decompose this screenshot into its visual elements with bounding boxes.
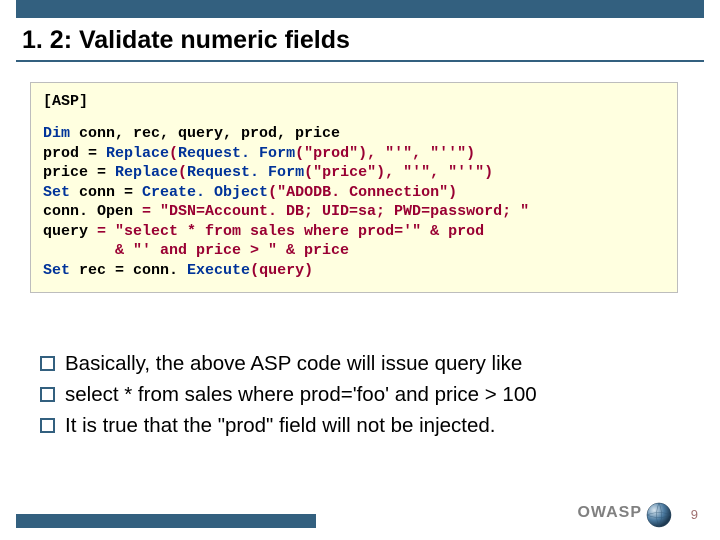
- list-item: Basically, the above ASP code will issue…: [40, 348, 680, 379]
- globe-icon: [646, 502, 672, 528]
- code-text: (: [178, 164, 187, 181]
- code-func: Replace: [115, 164, 178, 181]
- bullet-text: It is true that the "prod" field will no…: [65, 410, 495, 441]
- title-underline: [16, 60, 704, 62]
- list-item: It is true that the "prod" field will no…: [40, 410, 680, 441]
- code-text: query: [43, 223, 88, 240]
- code-func: Request. Form: [178, 145, 295, 162]
- code-text: rec = conn.: [79, 262, 187, 279]
- list-item: select * from sales where prod='foo' and…: [40, 379, 680, 410]
- bullet-icon: [40, 387, 55, 402]
- code-text: = "select * from sales where prod='" & p…: [88, 223, 484, 240]
- code-func: Replace: [106, 145, 169, 162]
- code-language-tag: [ASP]: [43, 93, 665, 110]
- code-text: ("price"), "'", "''"): [304, 164, 493, 181]
- code-text: (: [169, 145, 178, 162]
- slide: 1. 2: Validate numeric fields [ASP] Dim …: [0, 0, 720, 540]
- bullet-text: select * from sales where prod='foo' and…: [65, 379, 537, 410]
- code-text: (query): [250, 262, 313, 279]
- bullet-icon: [40, 418, 55, 433]
- code-text: = "DSN=Account. DB; UID=sa; PWD=password…: [133, 203, 529, 220]
- footer-brand: OWASP: [577, 504, 642, 522]
- bullet-text: Basically, the above ASP code will issue…: [65, 348, 522, 379]
- top-bar: [16, 0, 704, 18]
- code-text: price =: [43, 164, 115, 181]
- code-func: Request. Form: [187, 164, 304, 181]
- code-func: Create. Object: [142, 184, 268, 201]
- footer-bar: [16, 514, 316, 528]
- code-box: [ASP] Dim conn, rec, query, prod, price …: [30, 82, 678, 293]
- slide-title: 1. 2: Validate numeric fields: [22, 26, 350, 55]
- page-number: 9: [691, 507, 698, 522]
- code-text: ("prod"), "'", "''"): [295, 145, 475, 162]
- code-keyword: Dim: [43, 125, 79, 142]
- code-text: & "' and price > " & price: [43, 242, 349, 259]
- code-text: ("ADODB. Connection"): [268, 184, 457, 201]
- code-keyword: Set: [43, 184, 79, 201]
- code-text: conn, rec, query, prod, price: [79, 125, 340, 142]
- code-block: Dim conn, rec, query, prod, price prod =…: [43, 124, 665, 280]
- code-text: prod =: [43, 145, 106, 162]
- bullet-list: Basically, the above ASP code will issue…: [40, 348, 680, 441]
- code-keyword: Set: [43, 262, 79, 279]
- code-func: Execute: [187, 262, 250, 279]
- code-text: conn. Open: [43, 203, 133, 220]
- code-text: conn =: [79, 184, 142, 201]
- bullet-icon: [40, 356, 55, 371]
